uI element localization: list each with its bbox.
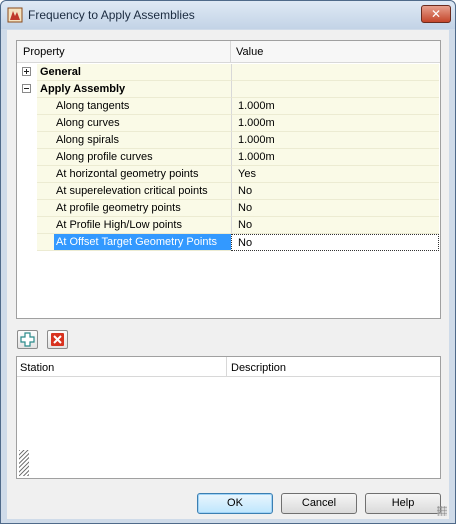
header-separator[interactable]	[226, 357, 227, 377]
property-value[interactable]: No	[231, 217, 439, 234]
dialog-client: Property Value General Apply Assembly Al…	[7, 30, 449, 519]
header-separator[interactable]	[230, 41, 231, 63]
header-station[interactable]: Station	[20, 362, 54, 374]
property-name: Along profile curves	[54, 149, 231, 166]
property-name: At superelevation critical points	[54, 183, 231, 200]
cancel-button[interactable]: Cancel	[281, 493, 357, 514]
property-value[interactable]: 1.000m	[231, 132, 439, 149]
property-value[interactable]: 1.000m	[231, 149, 439, 166]
property-row[interactable]: At profile geometry points No	[17, 200, 440, 217]
header-property[interactable]: Property	[23, 46, 65, 58]
property-name: At horizontal geometry points	[54, 166, 231, 183]
list-header: Station Description	[17, 357, 440, 377]
station-list[interactable]: Station Description	[16, 356, 441, 479]
add-icon	[20, 332, 35, 347]
category-general[interactable]: General	[17, 64, 440, 81]
window-title: Frequency to Apply Assemblies	[28, 8, 195, 22]
property-value[interactable]: No	[231, 234, 439, 251]
property-name: Along spirals	[54, 132, 231, 149]
property-row[interactable]: Along tangents 1.000m	[17, 98, 440, 115]
property-row[interactable]: At superelevation critical points No	[17, 183, 440, 200]
add-station-button[interactable]	[17, 330, 38, 349]
delete-icon	[51, 333, 64, 346]
category-value	[231, 64, 439, 81]
title-bar[interactable]: Frequency to Apply Assemblies ✕	[1, 1, 455, 29]
grid-header: Property Value	[17, 41, 440, 63]
dialog-window: Frequency to Apply Assemblies ✕ Property…	[0, 0, 456, 524]
property-row[interactable]: Along profile curves 1.000m	[17, 149, 440, 166]
property-name: At Profile High/Low points	[54, 217, 231, 234]
property-value[interactable]: 1.000m	[231, 98, 439, 115]
size-grip-icon[interactable]	[437, 506, 447, 516]
property-value[interactable]: No	[231, 200, 439, 217]
property-grid: Property Value General Apply Assembly Al…	[16, 40, 441, 319]
grip-icon[interactable]	[19, 450, 29, 476]
ok-button[interactable]: OK	[197, 493, 273, 514]
header-value[interactable]: Value	[236, 46, 263, 58]
property-row[interactable]: Along curves 1.000m	[17, 115, 440, 132]
collapse-icon[interactable]	[22, 84, 31, 93]
property-name: Along tangents	[54, 98, 231, 115]
category-apply-assembly[interactable]: Apply Assembly	[17, 81, 440, 98]
header-description[interactable]: Description	[231, 362, 286, 374]
app-icon	[7, 7, 23, 23]
property-row[interactable]: Along spirals 1.000m	[17, 132, 440, 149]
delete-station-button[interactable]	[47, 330, 68, 349]
property-value[interactable]: No	[231, 183, 439, 200]
property-name: At profile geometry points	[54, 200, 231, 217]
category-label: Apply Assembly	[37, 81, 231, 98]
property-row[interactable]: At horizontal geometry points Yes	[17, 166, 440, 183]
property-row-selected[interactable]: At Offset Target Geometry Points No	[17, 234, 440, 251]
close-button[interactable]: ✕	[421, 5, 451, 23]
category-label: General	[37, 64, 231, 81]
category-value	[231, 81, 439, 98]
property-name: At Offset Target Geometry Points	[54, 234, 231, 251]
property-row[interactable]: At Profile High/Low points No	[17, 217, 440, 234]
help-button[interactable]: Help	[365, 493, 441, 514]
property-value[interactable]: 1.000m	[231, 115, 439, 132]
expand-icon[interactable]	[22, 67, 31, 76]
property-value[interactable]: Yes	[231, 166, 439, 183]
property-name: Along curves	[54, 115, 231, 132]
